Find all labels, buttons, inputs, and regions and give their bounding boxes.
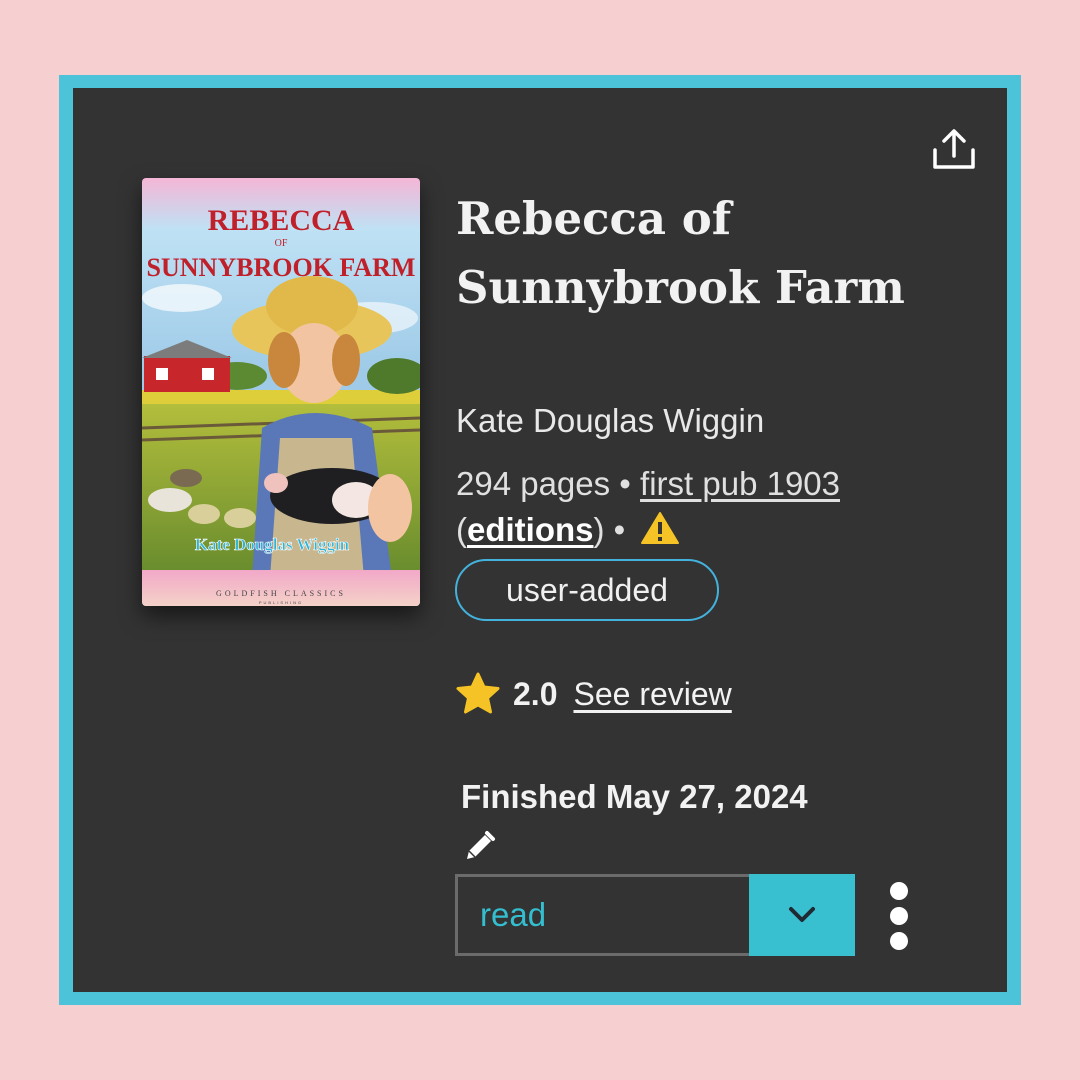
editions-link[interactable]: editions <box>467 511 594 548</box>
shelf-select[interactable]: read <box>455 874 855 956</box>
rating-row: 2.0 See review <box>455 670 732 718</box>
page-count: 294 pages • <box>456 465 641 502</box>
chevron-down-icon <box>789 907 815 922</box>
see-review-link[interactable]: See review <box>573 676 731 713</box>
finished-date: Finished May 27, 2024 <box>461 778 808 815</box>
shelf-dropdown-button[interactable] <box>749 874 855 956</box>
shelf-select-value[interactable]: read <box>455 874 749 956</box>
warning-icon[interactable] <box>640 511 680 545</box>
cover-publisher: GOLDFISH CLASSICS <box>216 589 346 598</box>
book-meta: 294 pages • first pub 1903 (editions) • <box>456 461 856 553</box>
pencil-icon[interactable] <box>461 829 497 865</box>
cover-title-of: OF <box>275 238 288 249</box>
book-cover[interactable]: REBECCA OF SUNNYBROOK FARM Kate Douglas … <box>142 178 420 606</box>
book-cover-art: REBECCA OF SUNNYBROOK FARM Kate Douglas … <box>142 178 420 606</box>
cover-title-line2: SUNNYBROOK FARM <box>147 253 416 282</box>
cover-title-line1: REBECCA <box>208 204 355 237</box>
more-vertical-icon[interactable] <box>885 880 913 952</box>
open-paren: ( <box>456 511 467 548</box>
cover-author: Kate Douglas Wiggin <box>195 535 350 554</box>
cover-publisher-sub: PUBLISHING <box>259 600 303 605</box>
close-paren: ) • <box>593 511 626 548</box>
book-author[interactable]: Kate Douglas Wiggin <box>456 402 764 440</box>
share-icon[interactable] <box>930 126 978 172</box>
rating-value: 2.0 <box>513 675 558 712</box>
user-added-badge: user-added <box>455 559 719 621</box>
first-pub-link[interactable]: first pub 1903 <box>640 465 840 502</box>
book-title[interactable]: Rebecca of Sunnybrook Farm <box>456 184 916 322</box>
star-icon <box>456 672 500 714</box>
